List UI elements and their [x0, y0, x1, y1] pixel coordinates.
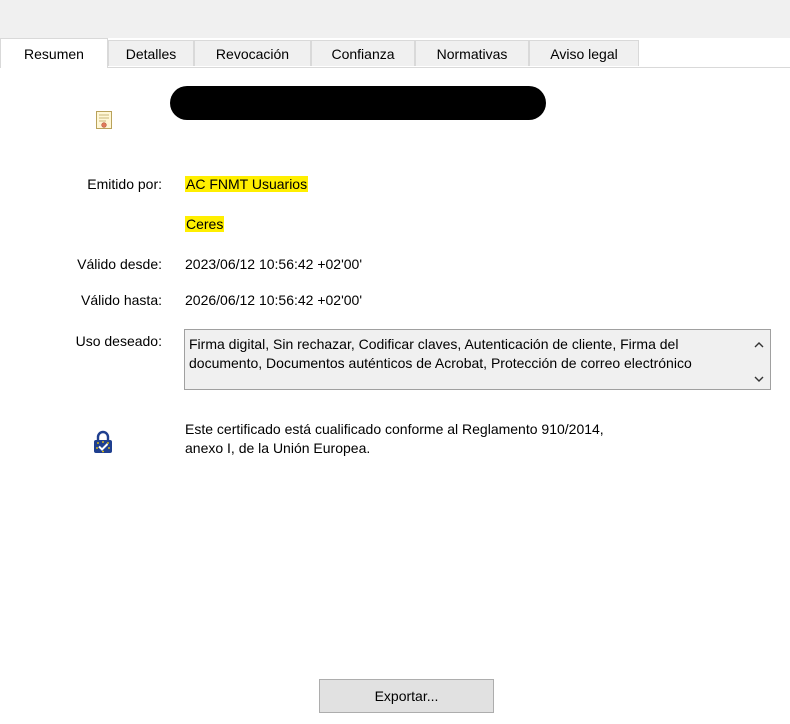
tab-revocacion[interactable]: Revocación [194, 40, 311, 66]
qualified-line-2: anexo I, de la Unión Europea. [185, 440, 371, 456]
tab-resumen[interactable]: Resumen [0, 38, 108, 68]
valid-from-value: 2023/06/12 10:56:42 +02'00' [185, 256, 363, 272]
title-strip [0, 0, 790, 38]
intended-use-box[interactable]: Firma digital, Sin rechazar, Codificar c… [184, 329, 771, 390]
tab-aviso-legal[interactable]: Aviso legal [529, 40, 639, 66]
intended-use-label: Uso deseado: [75, 333, 162, 349]
issued-by-line1: AC FNMT Usuarios [185, 176, 309, 192]
redacted-subject-name [170, 86, 546, 120]
tab-bar: Resumen Detalles Revocación Confianza No… [0, 38, 790, 68]
tab-normativas[interactable]: Normativas [415, 40, 529, 66]
valid-from-label: Válido desde: [77, 256, 162, 272]
qualified-statement: Este certificado está cualificado confor… [185, 420, 785, 458]
qualified-line-1: Este certificado está cualificado confor… [185, 421, 604, 437]
certificate-icon [96, 111, 112, 129]
tab-detalles[interactable]: Detalles [108, 40, 194, 66]
export-button[interactable]: Exportar... [319, 679, 494, 713]
issued-by-label: Emitido por: [87, 176, 162, 192]
tab-confianza[interactable]: Confianza [311, 40, 415, 66]
issued-by-line2: Ceres [185, 216, 225, 232]
valid-to-label: Válido hasta: [81, 292, 162, 308]
chevron-up-icon[interactable] [752, 338, 766, 352]
tab-divider [0, 67, 790, 68]
intended-use-value: Firma digital, Sin rechazar, Codificar c… [189, 336, 692, 371]
valid-to-value: 2026/06/12 10:56:42 +02'00' [185, 292, 363, 308]
issued-by-value-2: Ceres [185, 216, 225, 232]
eu-trust-lock-icon [94, 430, 112, 453]
chevron-down-icon[interactable] [752, 372, 766, 386]
issued-by-value: AC FNMT Usuarios [185, 176, 309, 192]
